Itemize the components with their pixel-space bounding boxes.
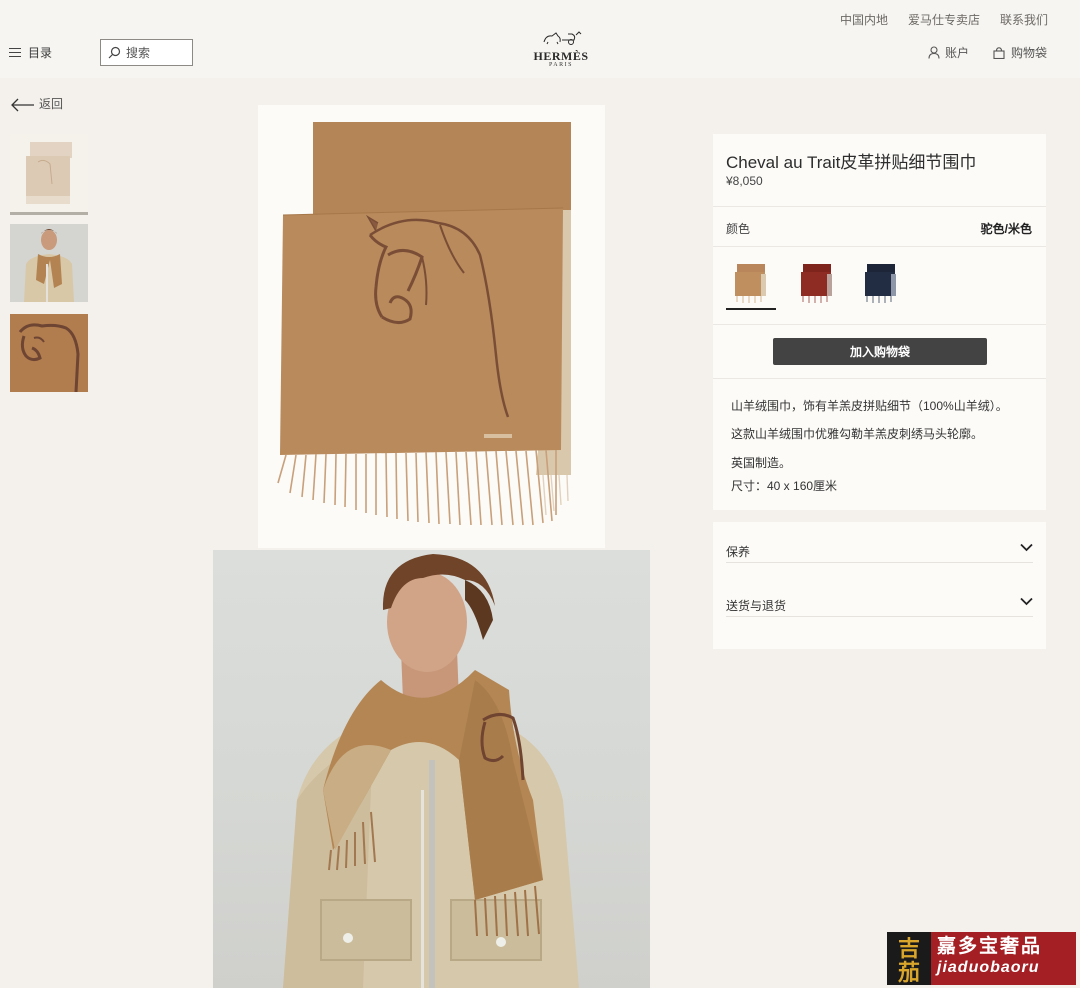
- bag-label: 购物袋: [1011, 46, 1048, 60]
- camel-scarf-swatch-image: [735, 264, 766, 303]
- shopping-bag-button[interactable]: 购物袋: [993, 44, 1047, 61]
- watermark-text: 嘉多宝奢品 jiaduobaoru: [931, 932, 1076, 985]
- watermark-cn: 嘉多宝奢品: [937, 936, 1043, 957]
- description-line: 英国制造。: [731, 456, 792, 470]
- chevron-down-icon: [1020, 543, 1033, 552]
- red-scarf-swatch-image: [801, 264, 832, 303]
- swatch-navy[interactable]: [861, 262, 901, 306]
- back-link[interactable]: 返回: [11, 95, 63, 112]
- hamburger-icon: [9, 48, 21, 57]
- swatch-camel[interactable]: [731, 262, 771, 306]
- horse-carriage-logo-icon: [543, 31, 582, 45]
- accordion-care[interactable]: 保养: [726, 535, 1033, 563]
- model-image: [283, 554, 579, 988]
- thumbnail-model[interactable]: [10, 224, 88, 302]
- hermes-logo[interactable]: HERMÈS PARIS: [526, 30, 596, 68]
- chevron-down-icon: [1020, 597, 1033, 606]
- user-icon: [928, 46, 940, 59]
- accordion-care-label: 保养: [726, 545, 751, 559]
- arrow-left-icon: [11, 98, 34, 112]
- store-locator-link[interactable]: 爱马仕专卖店: [908, 11, 980, 28]
- account-button[interactable]: 账户: [928, 44, 969, 61]
- color-value: 驼色/米色: [980, 222, 1032, 236]
- svg-text:茄: 茄: [898, 961, 920, 984]
- scarf-image: [277, 122, 571, 526]
- divider: [713, 324, 1046, 325]
- watermark-logo-icon: 吉 茄: [887, 932, 931, 985]
- product-info-panel: Cheval au Trait皮革拼贴细节围巾 ¥8,050 颜色 驼色/米色 …: [713, 134, 1046, 510]
- search-input[interactable]: [126, 45, 186, 60]
- site-header: 中国内地 爱马仕专卖店 联系我们 目录 HERMÈS PARIS 账户: [0, 0, 1080, 78]
- account-label: 账户: [945, 46, 970, 60]
- search-box[interactable]: [100, 39, 193, 66]
- swatch-selected-indicator: [726, 308, 776, 310]
- accordion-delivery-label: 送货与退货: [726, 599, 787, 613]
- color-label: 颜色: [726, 222, 751, 236]
- menu-label: 目录: [28, 46, 53, 60]
- svg-text:吉: 吉: [898, 936, 920, 962]
- product-image-model: [213, 550, 650, 988]
- watermark: 吉 茄 嘉多宝奢品 jiaduobaoru: [887, 932, 1076, 985]
- contact-link[interactable]: 联系我们: [1000, 11, 1048, 28]
- divider: [713, 378, 1046, 379]
- back-label: 返回: [39, 97, 64, 111]
- horse-detail-thumbnail-image: [10, 314, 88, 392]
- region-link[interactable]: 中国内地: [840, 11, 888, 28]
- accordion-delivery-returns[interactable]: 送货与退货: [726, 589, 1033, 617]
- product-price: ¥8,050: [726, 174, 763, 188]
- menu-button[interactable]: 目录: [9, 44, 52, 61]
- description-line: 这款山羊绒围巾优雅勾勒羊羔皮刺绣马头轮廓。: [731, 427, 984, 441]
- product-title: Cheval au Trait皮革拼贴细节围巾: [726, 153, 977, 172]
- swatch-red[interactable]: [797, 262, 837, 306]
- thumbnail-scarf-flat[interactable]: [10, 134, 88, 212]
- model-thumbnail-image: [10, 224, 88, 302]
- divider: [713, 246, 1046, 247]
- thumbnail-selected-indicator: [10, 212, 88, 215]
- thumbnail-horse-detail[interactable]: [10, 314, 88, 392]
- watermark-en: jiaduobaoru: [937, 959, 1040, 976]
- add-to-bag-button[interactable]: 加入购物袋: [773, 338, 987, 365]
- info-accordion: 保养 送货与退货: [713, 522, 1046, 649]
- search-icon: [108, 46, 121, 59]
- product-image-scarf: [258, 105, 605, 548]
- scarf-thumbnail-image: [26, 142, 72, 204]
- description-line: 山羊绒围巾，饰有羊羔皮拼贴细节（100%山羊绒）。: [731, 399, 1008, 413]
- description-line: 尺寸：40 x 160厘米: [731, 479, 838, 493]
- divider: [713, 206, 1046, 207]
- logo-name: HERMÈS: [533, 49, 589, 63]
- top-links: 中国内地 爱马仕专卖店 联系我们: [840, 11, 1048, 28]
- navy-scarf-swatch-image: [865, 264, 896, 303]
- shopping-bag-icon: [993, 46, 1005, 59]
